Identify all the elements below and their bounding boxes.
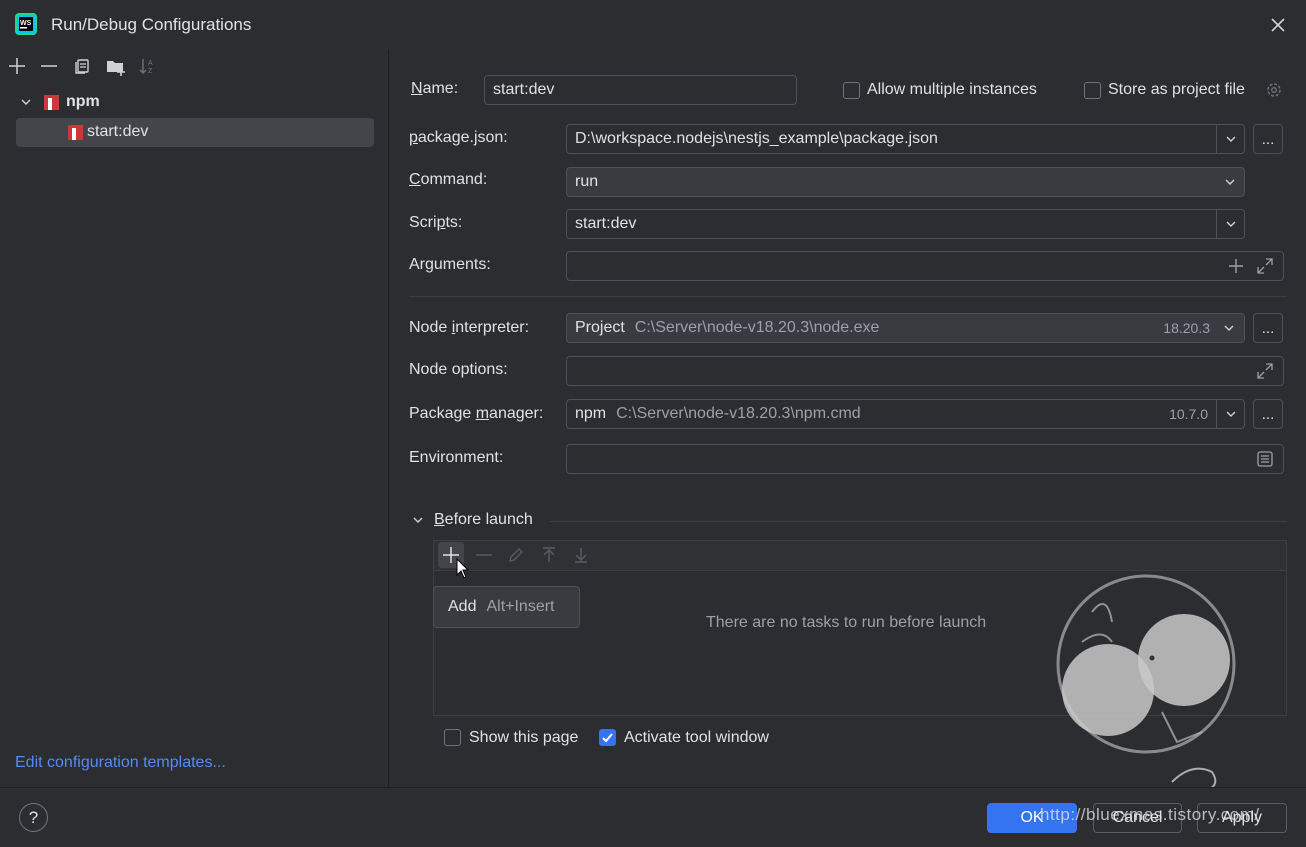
watermark-logo xyxy=(1056,574,1236,793)
expand-icon[interactable] xyxy=(1256,362,1274,380)
command-value: run xyxy=(575,173,599,190)
package-manager-kind: npm xyxy=(575,405,607,422)
node-interpreter-kind: Project xyxy=(575,319,625,336)
move-down-icon[interactable] xyxy=(571,545,591,565)
chevron-down-icon[interactable] xyxy=(412,514,424,526)
arguments-label: Arguments: xyxy=(409,256,491,273)
package-manager-version: 10.7.0 xyxy=(1169,406,1208,422)
command-label: Command: xyxy=(409,171,488,188)
sort-icon[interactable]: A Z xyxy=(136,54,160,78)
allow-multiple-label: Allow multiple instances xyxy=(867,81,1037,98)
gear-icon[interactable] xyxy=(1265,81,1283,99)
edit-icon[interactable] xyxy=(506,545,526,565)
chevron-down-icon[interactable] xyxy=(1216,210,1244,238)
browse-node-interpreter-button[interactable]: ... xyxy=(1253,313,1283,343)
environment-input[interactable] xyxy=(566,444,1284,474)
node-interpreter-version: 18.20.3 xyxy=(1163,320,1210,336)
browse-package-manager-button[interactable]: ... xyxy=(1253,399,1283,429)
add-icon[interactable] xyxy=(1227,257,1245,275)
move-up-icon[interactable] xyxy=(539,545,559,565)
tree-item-label: start:dev xyxy=(87,123,149,140)
expand-icon[interactable] xyxy=(1256,257,1274,275)
before-launch-toolbar xyxy=(434,541,1286,571)
node-interpreter-path: C:\Server\node-v18.20.3\node.exe xyxy=(634,319,880,336)
dialog-title: Run/Debug Configurations xyxy=(51,15,252,34)
npm-icon xyxy=(44,95,59,110)
browse-package-json-button[interactable]: ... xyxy=(1253,124,1283,154)
package-json-label: package.json: xyxy=(409,129,508,146)
chevron-down-icon[interactable] xyxy=(1216,400,1244,428)
package-json-combo[interactable]: D:\workspace.nodejs\nestjs_example\packa… xyxy=(566,124,1245,154)
help-button[interactable]: ? xyxy=(19,803,48,832)
before-launch-header[interactable]: Before launch xyxy=(434,511,533,529)
allow-multiple-checkbox[interactable] xyxy=(843,82,860,99)
section-divider xyxy=(409,296,1287,297)
no-tasks-text: There are no tasks to run before launch xyxy=(706,614,987,631)
tooltip-label: Add xyxy=(448,598,477,615)
close-icon[interactable] xyxy=(1266,13,1290,37)
node-options-label: Node options: xyxy=(409,361,508,378)
configurations-sidebar xyxy=(0,50,389,787)
tree-group-npm[interactable]: npm xyxy=(66,93,100,111)
add-icon[interactable] xyxy=(5,54,29,78)
chevron-down-icon xyxy=(1218,322,1240,334)
arguments-input[interactable] xyxy=(566,251,1284,281)
node-options-input[interactable] xyxy=(566,356,1284,386)
name-input[interactable]: start:dev xyxy=(484,75,797,105)
tree-item-start-dev[interactable]: start:dev xyxy=(16,118,374,147)
activate-tool-window-checkbox[interactable] xyxy=(599,729,616,746)
package-manager-combo[interactable]: npm C:\Server\node-v18.20.3\npm.cmd 10.7.… xyxy=(566,399,1245,429)
package-manager-label: Package manager: xyxy=(409,405,544,422)
tooltip-shortcut: Alt+Insert xyxy=(486,598,555,615)
watermark-text: http://bluexmas.tistory.com/ xyxy=(1040,805,1260,824)
svg-text:WS: WS xyxy=(20,20,32,27)
name-label: Name: xyxy=(411,80,459,97)
show-this-page-label: Show this page xyxy=(469,729,579,746)
new-folder-icon[interactable] xyxy=(104,54,128,78)
list-icon[interactable] xyxy=(1256,450,1274,468)
node-interpreter-select[interactable]: Project C:\Server\node-v18.20.3\node.exe … xyxy=(566,313,1245,343)
webstorm-app-icon: WS xyxy=(15,13,37,35)
remove-icon[interactable] xyxy=(474,545,494,565)
scripts-combo[interactable]: start:dev xyxy=(566,209,1245,239)
command-select[interactable]: run xyxy=(566,167,1245,197)
chevron-down-icon xyxy=(1216,176,1244,188)
package-json-value: D:\workspace.nodejs\nestjs_example\packa… xyxy=(575,130,938,147)
remove-icon[interactable] xyxy=(37,54,61,78)
chevron-down-icon[interactable] xyxy=(20,96,32,108)
store-project-file-label: Store as project file xyxy=(1108,81,1245,98)
mouse-cursor-icon xyxy=(456,558,470,579)
edit-templates-link[interactable]: Edit configuration templates... xyxy=(15,754,226,772)
scripts-value: start:dev xyxy=(575,215,637,232)
show-this-page-checkbox[interactable] xyxy=(444,729,461,746)
add-tooltip: Add Alt+Insert xyxy=(433,586,580,628)
environment-label: Environment: xyxy=(409,449,504,466)
svg-text:A: A xyxy=(148,60,153,67)
title-bar: WS Run/Debug Configurations xyxy=(0,0,1306,50)
activate-tool-window-label: Activate tool window xyxy=(624,729,769,746)
npm-icon xyxy=(68,125,83,140)
scripts-label: Scripts: xyxy=(409,214,463,231)
chevron-down-icon[interactable] xyxy=(1216,125,1244,153)
package-manager-text: npm C:\Server\node-v18.20.3\npm.cmd xyxy=(567,405,1169,423)
node-interpreter-label: Node interpreter: xyxy=(409,319,530,336)
copy-icon[interactable] xyxy=(70,54,94,78)
node-interpreter-text: Project C:\Server\node-v18.20.3\node.exe xyxy=(567,319,1163,337)
package-manager-path: C:\Server\node-v18.20.3\npm.cmd xyxy=(616,405,861,422)
store-project-file-checkbox[interactable] xyxy=(1084,82,1101,99)
before-launch-divider xyxy=(549,521,1287,522)
checkmark-icon xyxy=(602,733,613,743)
svg-text:Z: Z xyxy=(148,68,153,75)
